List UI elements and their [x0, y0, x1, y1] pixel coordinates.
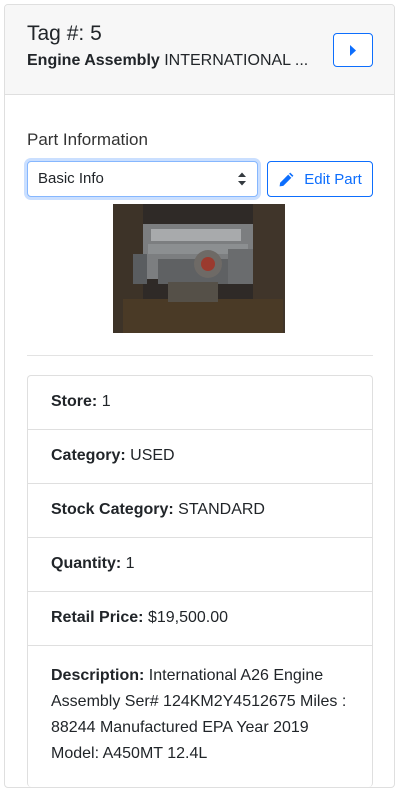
tag-title: Tag #: 5: [27, 22, 102, 46]
part-card: Tag #: 5 Engine Assembly INTERNATIONAL .…: [4, 4, 395, 788]
tag-label: Tag #:: [27, 22, 85, 45]
edit-part-button[interactable]: Edit Part: [267, 161, 373, 197]
quantity-value: 1: [125, 555, 135, 572]
next-part-button[interactable]: [333, 33, 373, 67]
list-item-category: Category: USED: [28, 430, 372, 484]
edit-part-label: Edit Part: [304, 170, 362, 188]
details-list: Store: 1 Category: USED Stock Category: …: [27, 375, 373, 787]
tag-number: 5: [90, 22, 102, 45]
store-value: 1: [101, 393, 111, 410]
description-label: Description:: [51, 667, 145, 684]
store-label: Store:: [51, 393, 98, 410]
select-arrows-icon: [238, 172, 246, 186]
caret-right-icon: [350, 44, 356, 56]
part-type: Engine Assembly: [27, 52, 160, 69]
section-label: Part Information: [27, 130, 148, 149]
part-photo[interactable]: [113, 204, 285, 333]
retail-price-label: Retail Price:: [51, 609, 144, 626]
list-item-description: Description: International A26 Engine As…: [28, 646, 372, 787]
part-name: Engine Assembly INTERNATIONAL ...: [27, 52, 327, 70]
category-value: USED: [130, 447, 175, 464]
list-item-store: Store: 1: [28, 376, 372, 430]
info-select[interactable]: Basic Info: [27, 161, 258, 197]
part-make: INTERNATIONAL ...: [164, 52, 309, 69]
pencil-icon: [279, 172, 294, 186]
list-item-retail-price: Retail Price: $19,500.00: [28, 592, 372, 646]
info-select-value: Basic Info: [38, 170, 104, 187]
card-header: Tag #: 5 Engine Assembly INTERNATIONAL .…: [5, 5, 394, 95]
category-label: Category:: [51, 447, 126, 464]
list-item-quantity: Quantity: 1: [28, 538, 372, 592]
retail-price-value: $19,500.00: [147, 609, 229, 626]
divider: [27, 355, 373, 356]
stock-category-value: STANDARD: [178, 501, 265, 518]
list-item-stock-category: Stock Category: STANDARD: [28, 484, 372, 538]
engine-photo: [113, 204, 285, 333]
stock-category-label: Stock Category:: [51, 501, 174, 518]
quantity-label: Quantity:: [51, 555, 122, 572]
